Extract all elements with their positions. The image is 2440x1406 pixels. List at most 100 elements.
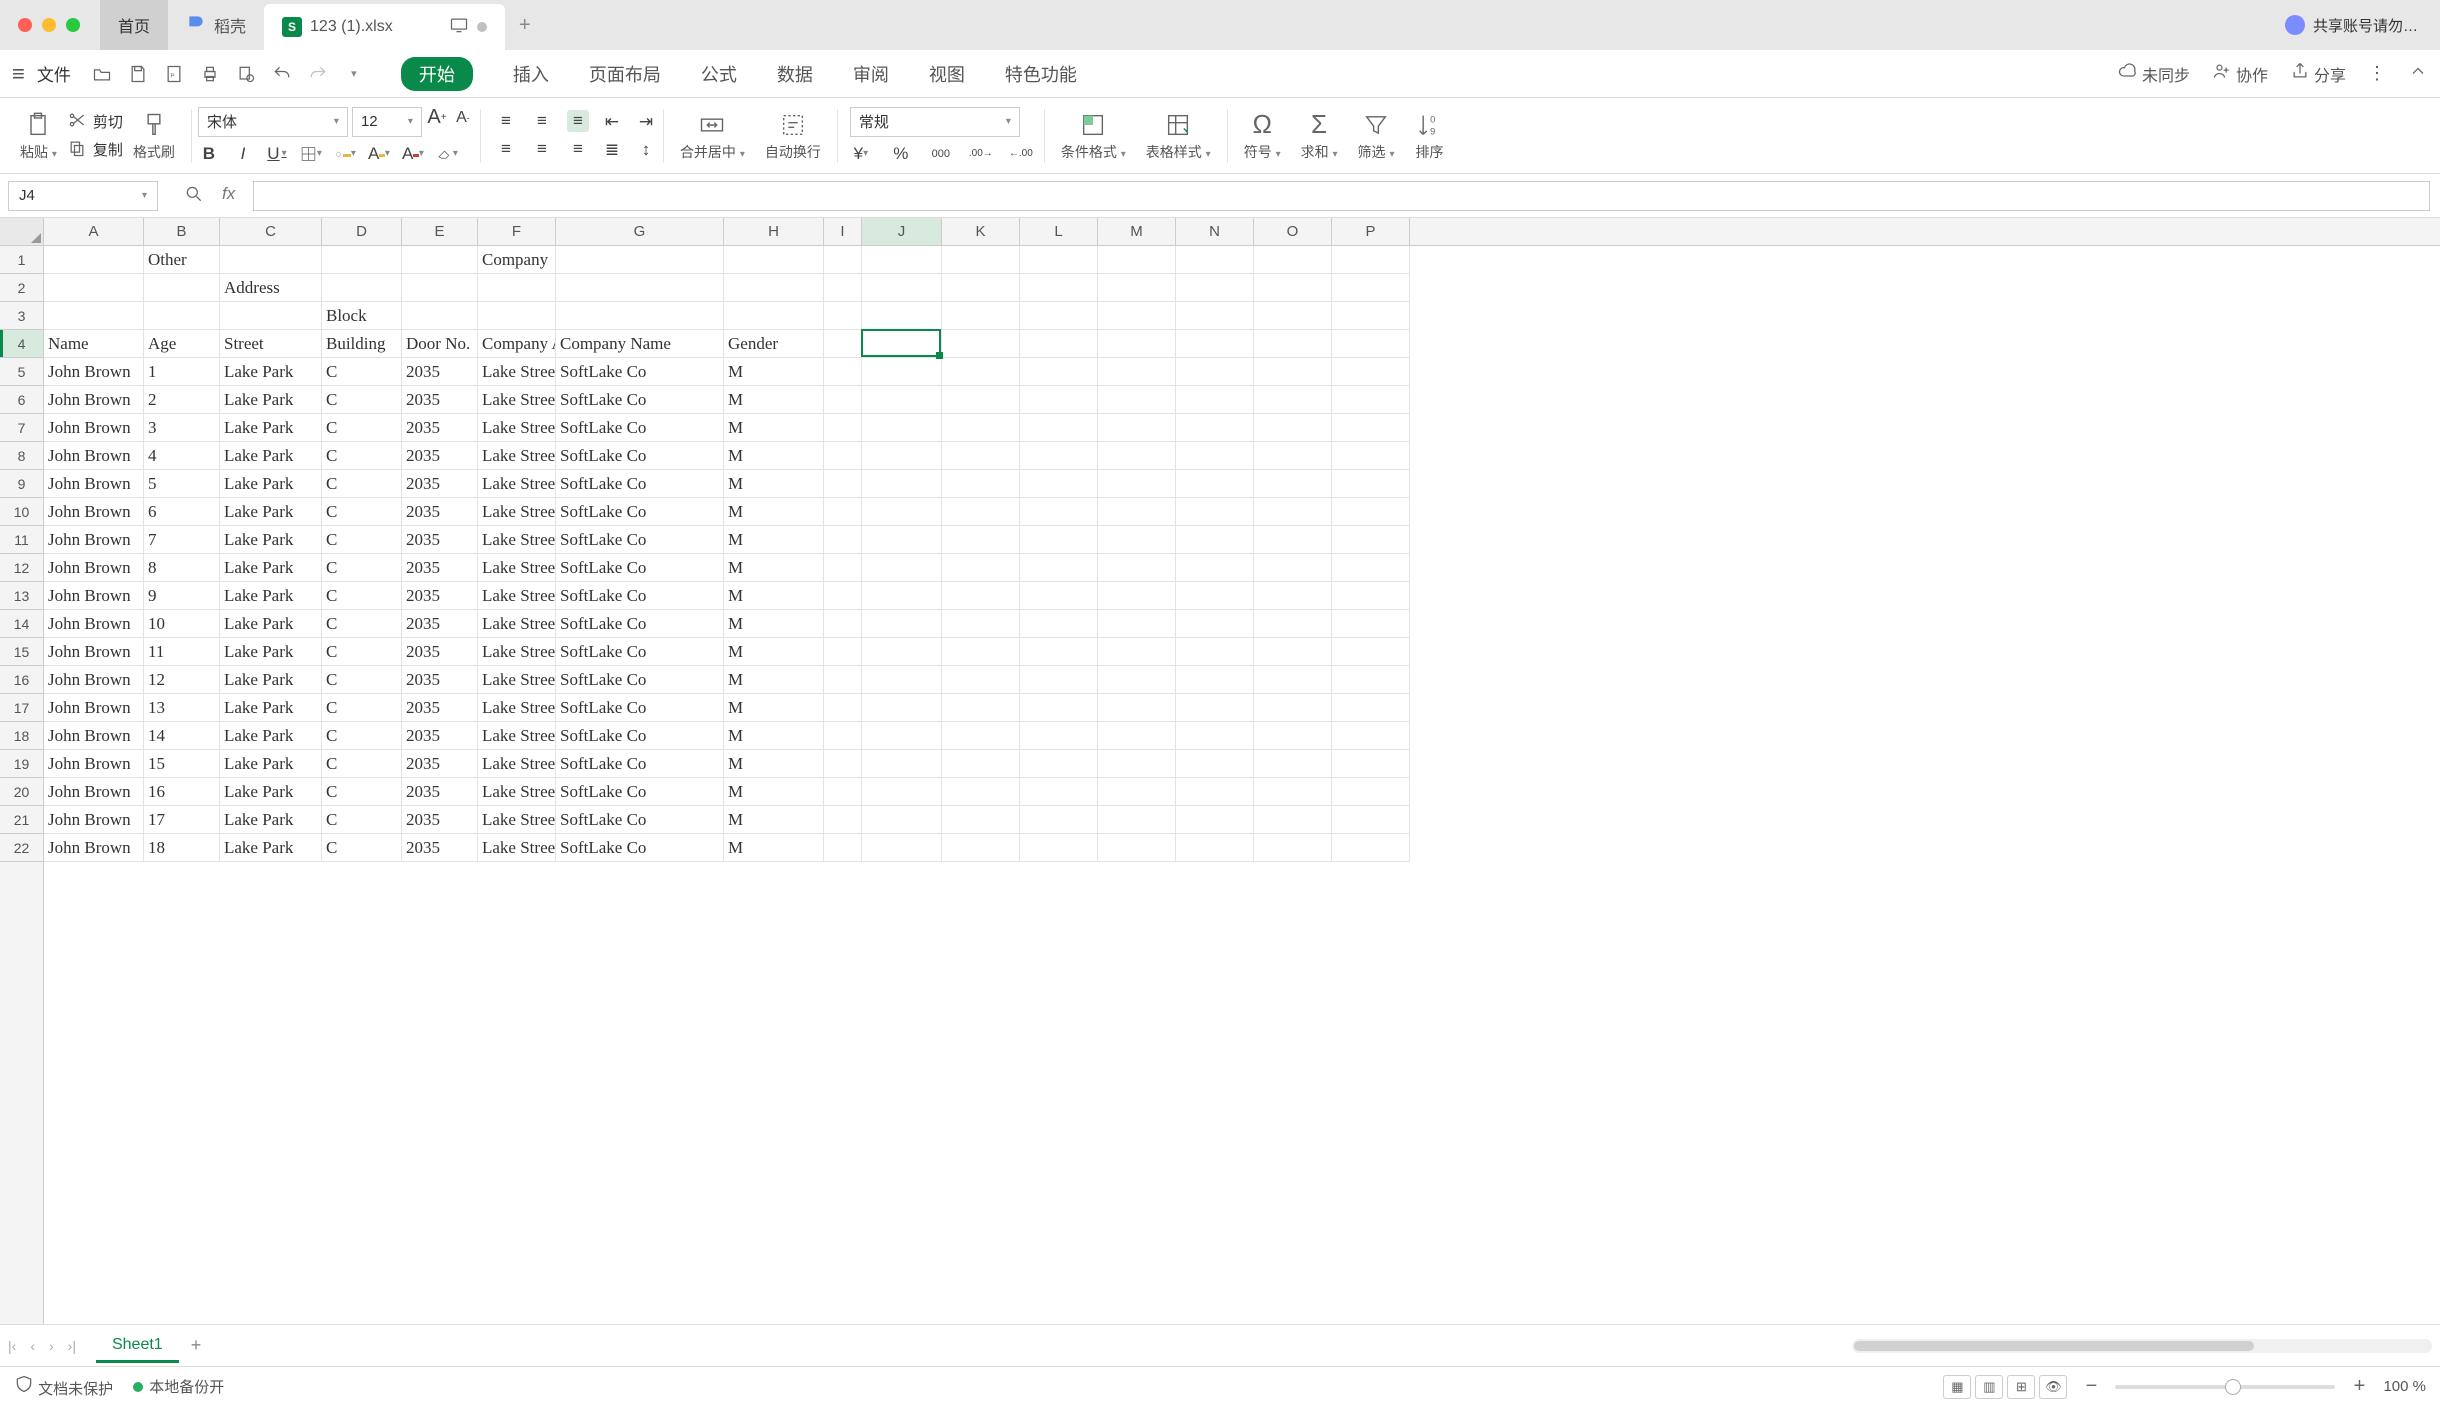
cell-H17[interactable]: M: [724, 694, 824, 722]
cell-D1[interactable]: [322, 246, 402, 274]
cell-O4[interactable]: [1254, 330, 1332, 358]
cell-M21[interactable]: [1098, 806, 1176, 834]
cell-A5[interactable]: John Brown: [44, 358, 144, 386]
font-size-dropdown[interactable]: 12▾: [352, 107, 422, 137]
cell-K4[interactable]: [942, 330, 1020, 358]
cell-E2[interactable]: [402, 274, 478, 302]
cell-J4[interactable]: [862, 330, 942, 358]
cell-B12[interactable]: 8: [144, 554, 220, 582]
cell-J6[interactable]: [862, 386, 942, 414]
menu-file[interactable]: 文件: [37, 61, 71, 86]
row-header-6[interactable]: 6: [0, 386, 43, 414]
save-icon[interactable]: [127, 63, 149, 85]
cell-B21[interactable]: 17: [144, 806, 220, 834]
cell-P18[interactable]: [1332, 722, 1410, 750]
zoom-fx-icon[interactable]: [184, 184, 204, 207]
cell-D21[interactable]: C: [322, 806, 402, 834]
cell-H18[interactable]: M: [724, 722, 824, 750]
page-break-view-icon[interactable]: ⊞: [2007, 1375, 2035, 1399]
align-top-icon[interactable]: ≡: [495, 110, 517, 132]
cell-N4[interactable]: [1176, 330, 1254, 358]
cell-H2[interactable]: [724, 274, 824, 302]
cell-H21[interactable]: M: [724, 806, 824, 834]
cell-H20[interactable]: M: [724, 778, 824, 806]
cell-K5[interactable]: [942, 358, 1020, 386]
cell-F11[interactable]: Lake Street: [478, 526, 556, 554]
cell-A14[interactable]: John Brown: [44, 610, 144, 638]
column-header-E[interactable]: E: [402, 218, 478, 245]
cell-I20[interactable]: [824, 778, 862, 806]
cell-P5[interactable]: [1332, 358, 1410, 386]
cell-G11[interactable]: SoftLake Co: [556, 526, 724, 554]
cell-H8[interactable]: M: [724, 442, 824, 470]
merge-group[interactable]: 合并居中 ▾: [670, 98, 755, 173]
cell-N10[interactable]: [1176, 498, 1254, 526]
cell-A21[interactable]: John Brown: [44, 806, 144, 834]
cell-B22[interactable]: 18: [144, 834, 220, 862]
tab-daoke[interactable]: 稻壳: [168, 0, 264, 50]
cell-E13[interactable]: 2035: [402, 582, 478, 610]
cell-K21[interactable]: [942, 806, 1020, 834]
cell-D15[interactable]: C: [322, 638, 402, 666]
cell-F6[interactable]: Lake Street: [478, 386, 556, 414]
menutab-insert[interactable]: 插入: [513, 61, 549, 87]
cell-J17[interactable]: [862, 694, 942, 722]
cell-O13[interactable]: [1254, 582, 1332, 610]
cell-C20[interactable]: Lake Park: [220, 778, 322, 806]
cell-G9[interactable]: SoftLake Co: [556, 470, 724, 498]
cell-B19[interactable]: 15: [144, 750, 220, 778]
cell-N3[interactable]: [1176, 302, 1254, 330]
cell-E10[interactable]: 2035: [402, 498, 478, 526]
cell-I19[interactable]: [824, 750, 862, 778]
cell-O17[interactable]: [1254, 694, 1332, 722]
cell-H15[interactable]: M: [724, 638, 824, 666]
cell-E9[interactable]: 2035: [402, 470, 478, 498]
italic-button[interactable]: I: [232, 143, 254, 165]
cell-F8[interactable]: Lake Street: [478, 442, 556, 470]
cell-D19[interactable]: C: [322, 750, 402, 778]
sheet-first-button[interactable]: |‹: [8, 1338, 16, 1354]
column-header-I[interactable]: I: [824, 218, 862, 245]
cell-C15[interactable]: Lake Park: [220, 638, 322, 666]
cell-H19[interactable]: M: [724, 750, 824, 778]
column-header-K[interactable]: K: [942, 218, 1020, 245]
cell-M8[interactable]: [1098, 442, 1176, 470]
qat-more[interactable]: ▾: [343, 63, 365, 85]
menutab-layout[interactable]: 页面布局: [589, 61, 661, 87]
column-header-J[interactable]: J: [862, 218, 942, 245]
cell-C3[interactable]: [220, 302, 322, 330]
number-format-dropdown[interactable]: 常规▾: [850, 107, 1020, 137]
cell-D12[interactable]: C: [322, 554, 402, 582]
cell-C2[interactable]: Address: [220, 274, 322, 302]
cell-O16[interactable]: [1254, 666, 1332, 694]
cell-P17[interactable]: [1332, 694, 1410, 722]
undo-icon[interactable]: [271, 63, 293, 85]
cell-N12[interactable]: [1176, 554, 1254, 582]
align-right-icon[interactable]: ≡: [567, 138, 589, 160]
cell-J10[interactable]: [862, 498, 942, 526]
cell-F10[interactable]: Lake Street: [478, 498, 556, 526]
cell-K15[interactable]: [942, 638, 1020, 666]
cell-I15[interactable]: [824, 638, 862, 666]
cell-D8[interactable]: C: [322, 442, 402, 470]
row-header-16[interactable]: 16: [0, 666, 43, 694]
cell-H22[interactable]: M: [724, 834, 824, 862]
cell-D6[interactable]: C: [322, 386, 402, 414]
row-header-11[interactable]: 11: [0, 526, 43, 554]
cell-D13[interactable]: C: [322, 582, 402, 610]
cell-A9[interactable]: John Brown: [44, 470, 144, 498]
cell-F20[interactable]: Lake Street: [478, 778, 556, 806]
cell-A3[interactable]: [44, 302, 144, 330]
orientation-icon[interactable]: ↕: [635, 139, 657, 161]
cell-I14[interactable]: [824, 610, 862, 638]
cell-G22[interactable]: SoftLake Co: [556, 834, 724, 862]
align-bottom-icon[interactable]: ≡: [567, 110, 589, 132]
paste-icon[interactable]: [23, 110, 53, 140]
cell-J14[interactable]: [862, 610, 942, 638]
cell-H14[interactable]: M: [724, 610, 824, 638]
zoom-slider[interactable]: [2115, 1385, 2335, 1389]
close-window-button[interactable]: [18, 18, 32, 32]
cell-P3[interactable]: [1332, 302, 1410, 330]
cell-J13[interactable]: [862, 582, 942, 610]
reading-view-icon[interactable]: 👁: [2039, 1375, 2067, 1399]
